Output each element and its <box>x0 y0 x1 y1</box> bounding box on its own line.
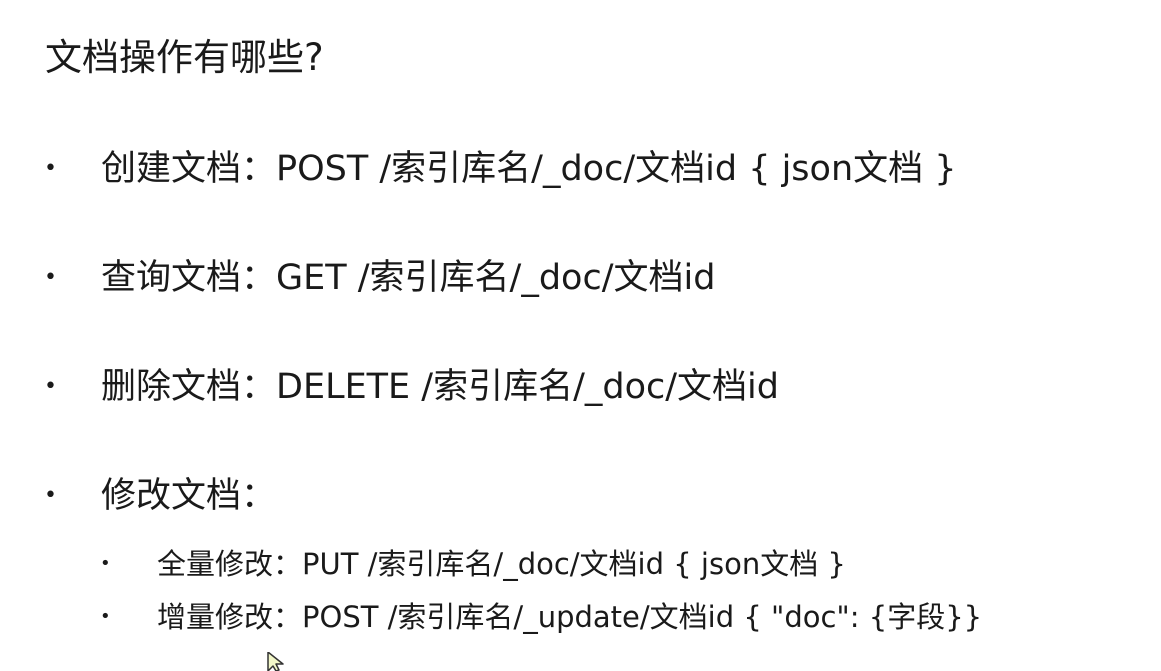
page-title: 文档操作有哪些? <box>45 36 324 79</box>
sub-item-text: 增量修改：POST /索引库名/_update/文档id { "doc": {字… <box>157 600 983 634</box>
bullet-icon: • <box>100 553 111 574</box>
bullet-icon: • <box>44 483 57 508</box>
list-item-text: 查询文档：GET /索引库名/_doc/文档id <box>101 258 716 298</box>
list-item-text: 创建文档：POST /索引库名/_doc/文档id { json文档 } <box>101 149 957 189</box>
list-item-text: 修改文档： <box>101 476 277 516</box>
mouse-pointer-icon <box>267 652 284 671</box>
sub-item-text: 全量修改：PUT /索引库名/_doc/文档id { json文档 } <box>157 547 846 581</box>
bullet-icon: • <box>100 606 111 627</box>
list-item-text: 删除文档：DELETE /索引库名/_doc/文档id <box>101 367 779 407</box>
bullet-icon: • <box>44 265 57 290</box>
bullet-icon: • <box>44 156 57 181</box>
slide: 文档操作有哪些? • 创建文档：POST /索引库名/_doc/文档id { j… <box>0 0 1161 671</box>
bullet-icon: • <box>44 374 57 399</box>
